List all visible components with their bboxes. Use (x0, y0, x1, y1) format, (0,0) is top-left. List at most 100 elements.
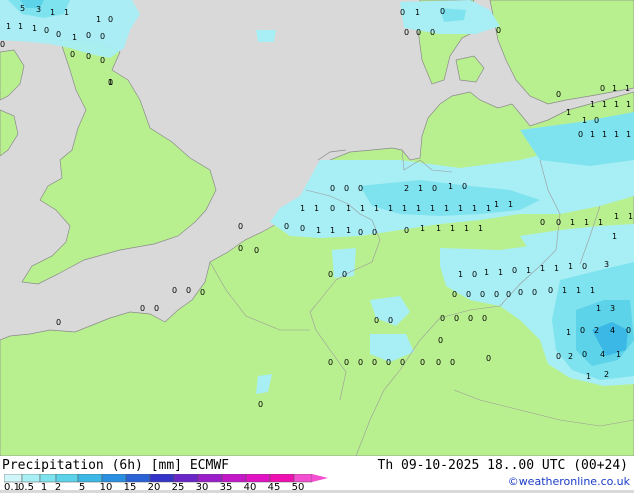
precip-value-label: 0 (154, 304, 159, 313)
precip-value-label: 0 (140, 304, 145, 313)
precip-value-label: 5 (20, 4, 25, 13)
precip-value-label: 1 (374, 204, 379, 213)
precip-value-label: 0 (172, 286, 177, 295)
scale-swatch (245, 474, 271, 483)
precip-value-label: 2 (568, 352, 573, 361)
precip-value-label: 1 (402, 204, 407, 213)
precip-value-label: 0 (328, 270, 333, 279)
precip-value-label: 0 (486, 354, 491, 363)
precip-value-label: 1 (625, 84, 630, 93)
precip-value-label: 3 (36, 5, 41, 14)
precip-value-label: 4 (600, 350, 605, 359)
scale-swatch (125, 474, 151, 483)
scale-tick-label: 15 (123, 482, 137, 493)
precip-value-label: 1 (478, 224, 483, 233)
precip-value-label: 2 (594, 326, 599, 335)
precip-value-label: 0 (400, 8, 405, 17)
valid-time: Th 09-10-2025 18..00 UTC (00+24) (377, 458, 628, 473)
precip-value-label: 1 (330, 226, 335, 235)
precip-value-label: 0 (238, 244, 243, 253)
scale-swatch (269, 474, 295, 483)
precip-value-label: 0 (100, 56, 105, 65)
precip-value-label: 0 (452, 290, 457, 299)
scale-tick-label: 10 (99, 482, 113, 493)
precip-value-label: 0 (480, 290, 485, 299)
precip-value-label: 1 (566, 108, 571, 117)
precip-value-label: 0 (254, 246, 259, 255)
precip-value-label: 1 (484, 268, 489, 277)
scale-tick-label: 50 (291, 482, 305, 493)
precip-value-label: 1 (614, 100, 619, 109)
precip-value-label: 0 (388, 316, 393, 325)
scale-swatch (221, 474, 247, 483)
precip-value-label: 1 (590, 286, 595, 295)
scale-tick-label: 30 (195, 482, 209, 493)
precip-value-label: 1 (458, 270, 463, 279)
precip-value-label: 0 (374, 316, 379, 325)
precip-value-label: 0 (86, 52, 91, 61)
precip-value-label: 0 (582, 350, 587, 359)
precip-value-label: 0 (238, 222, 243, 231)
precipitation-map[interactable]: 5311101110010000000010000001111111001011… (0, 0, 634, 456)
precip-value-label: 1 (418, 184, 423, 193)
precip-value-label: 1 (108, 78, 113, 87)
precip-value-label: 0 (432, 184, 437, 193)
precip-value-label: 1 (32, 24, 37, 33)
precip-value-label: 0 (494, 290, 499, 299)
precip-value-label: 1 (420, 224, 425, 233)
scale-swatch (39, 474, 57, 483)
precip-value-label: 1 (494, 200, 499, 209)
precip-value-label: 3 (610, 304, 615, 313)
precip-value-label: 1 (612, 232, 617, 241)
precip-value-label: 1 (582, 116, 587, 125)
precip-value-label: 1 (626, 100, 631, 109)
precip-value-label: 0 (56, 318, 61, 327)
precip-value-label: 0 (358, 228, 363, 237)
precip-value-label: 1 (96, 15, 101, 24)
precip-value-label: 0 (580, 326, 585, 335)
precip-value-label: 1 (360, 204, 365, 213)
precip-value-label: 1 (436, 224, 441, 233)
scale-tick-label: 40 (243, 482, 257, 493)
legend-footer: Precipitation (6h) [mm] ECMWF Th 09-10-2… (0, 456, 634, 493)
precip-value-label: 0 (594, 116, 599, 125)
precip-value-label: 0 (200, 288, 205, 297)
precip-value-label: 1 (416, 204, 421, 213)
credit-link[interactable]: ©weatheronline.co.uk (508, 475, 630, 488)
precip-value-label: 0 (600, 84, 605, 93)
precip-value-label: 0 (582, 262, 587, 271)
precip-value-label: 0 (548, 286, 553, 295)
scale-tick-label: 0.5 (18, 482, 34, 493)
precip-value-label: 1 (64, 8, 69, 17)
scale-swatch (55, 474, 79, 483)
precip-value-label: 0 (44, 26, 49, 35)
precip-value-label: 0 (344, 184, 349, 193)
precip-value-label: 4 (610, 326, 615, 335)
precip-value-label: 1 (526, 266, 531, 275)
scale-tick-label: 2 (54, 482, 62, 493)
precip-value-label: 1 (562, 286, 567, 295)
precip-value-label: 0 (330, 204, 335, 213)
precip-value-label: 1 (444, 204, 449, 213)
precip-value-label: 1 (458, 204, 463, 213)
precip-value-label: 0 (462, 182, 467, 191)
precip-value-label: 0 (56, 30, 61, 39)
precip-value-label: 1 (570, 218, 575, 227)
precip-value-label: 1 (448, 182, 453, 191)
precip-value-label: 1 (472, 204, 477, 213)
precip-value-label: 1 (576, 286, 581, 295)
precip-value-label: 1 (628, 212, 633, 221)
precip-value-label: 0 (372, 228, 377, 237)
precip-value-label: 1 (590, 100, 595, 109)
precip-value-label: 2 (404, 184, 409, 193)
precip-value-label: 0 (626, 326, 631, 335)
precip-value-label: 0 (440, 7, 445, 16)
precip-value-label: 1 (598, 218, 603, 227)
precip-value-label: 0 (518, 288, 523, 297)
precip-value-label: 0 (404, 28, 409, 37)
precip-value-label: 1 (486, 204, 491, 213)
precip-value-label: 0 (556, 218, 561, 227)
scale-tick-label: 20 (147, 482, 161, 493)
precip-value-label: 0 (496, 26, 501, 35)
precip-value-label: 0 (420, 358, 425, 367)
